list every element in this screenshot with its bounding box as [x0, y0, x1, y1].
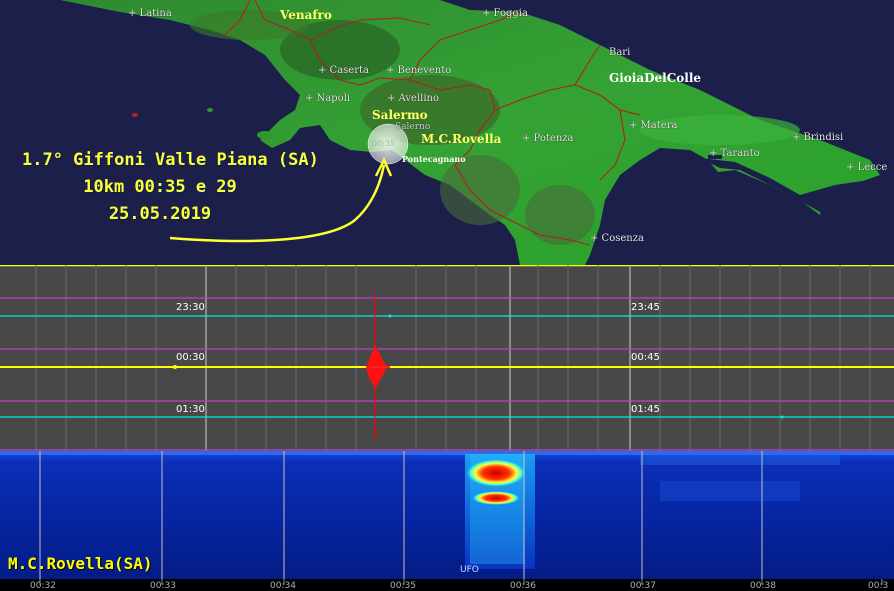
time-tick: 00:33 [150, 581, 176, 591]
station-venafro: Venafro [280, 8, 332, 22]
time-tick: 00:38 [750, 581, 776, 591]
event-hotspot-primary [466, 459, 526, 487]
row-label-right-3: 01:45 [631, 404, 660, 415]
row-label-right-1: 23:45 [631, 302, 660, 313]
epicenter-time-label: 00:35 [372, 139, 396, 148]
city-bari: Bari [609, 47, 631, 58]
station-mcrovella: M.C.Rovella [421, 132, 502, 146]
ufo-label: UFO [460, 565, 479, 575]
city-caserta: + Caserta [318, 65, 369, 76]
time-tick: 00:37 [630, 581, 656, 591]
time-tick: 00:3 [868, 581, 889, 591]
city-napoli: + Napoli [305, 93, 351, 104]
station-gioiadelcolle: GioiaDelColle [609, 71, 702, 85]
row-label-left-2: 00:30 [176, 352, 205, 363]
city-latina: + Latina [128, 8, 172, 19]
helicorder-trace: 23:30 00:30 01:30 23:45 00:45 01:45 [0, 265, 894, 451]
region-map: + Latina + Foggia Bari + Caserta + Benev… [0, 0, 894, 265]
city-benevento: + Benevento [386, 65, 452, 76]
time-tick: 00:36 [510, 581, 536, 591]
city-foggia: + Foggia [482, 8, 528, 19]
time-tick: 00:34 [270, 581, 296, 591]
time-tick: 00:35 [390, 581, 416, 591]
city-potenza: + Potenza [522, 133, 574, 144]
city-cosenza: + Cosenza [590, 233, 644, 244]
quake-magnitude-location: 1.7° Giffoni Valle Piana (SA) [22, 150, 319, 170]
city-avellino: + Avellino [387, 93, 439, 104]
city-brindisi: + Brindisi [792, 132, 844, 143]
station-brand-label: M.C.Rovella(SA) [8, 554, 153, 573]
time-tick: 00:32 [30, 581, 56, 591]
row-label-left-1: 23:30 [176, 302, 205, 313]
quake-date: 25.05.2019 [108, 204, 212, 224]
event-hotspot-secondary [472, 491, 520, 505]
spectrogram: M.C.Rovella(SA) UFO 00:32 00:33 00:34 00… [0, 451, 894, 591]
city-lecce: + Lecce [846, 162, 888, 173]
helicorder-graphic [0, 265, 894, 451]
row-label-right-2: 00:45 [631, 352, 660, 363]
city-matera: + Matera [629, 120, 678, 131]
station-pontecagnano: Pontecagnano [402, 154, 466, 164]
helicorder-screen: + Latina + Foggia Bari + Caserta + Benev… [0, 0, 894, 591]
row-label-left-3: 01:30 [176, 404, 205, 415]
quake-depth-time: 10km 00:35 e 29 [83, 177, 237, 197]
city-taranto: + Taranto [709, 148, 760, 159]
city-salerno: Salerno [395, 122, 431, 132]
station-salermo: Salermo [372, 108, 428, 122]
